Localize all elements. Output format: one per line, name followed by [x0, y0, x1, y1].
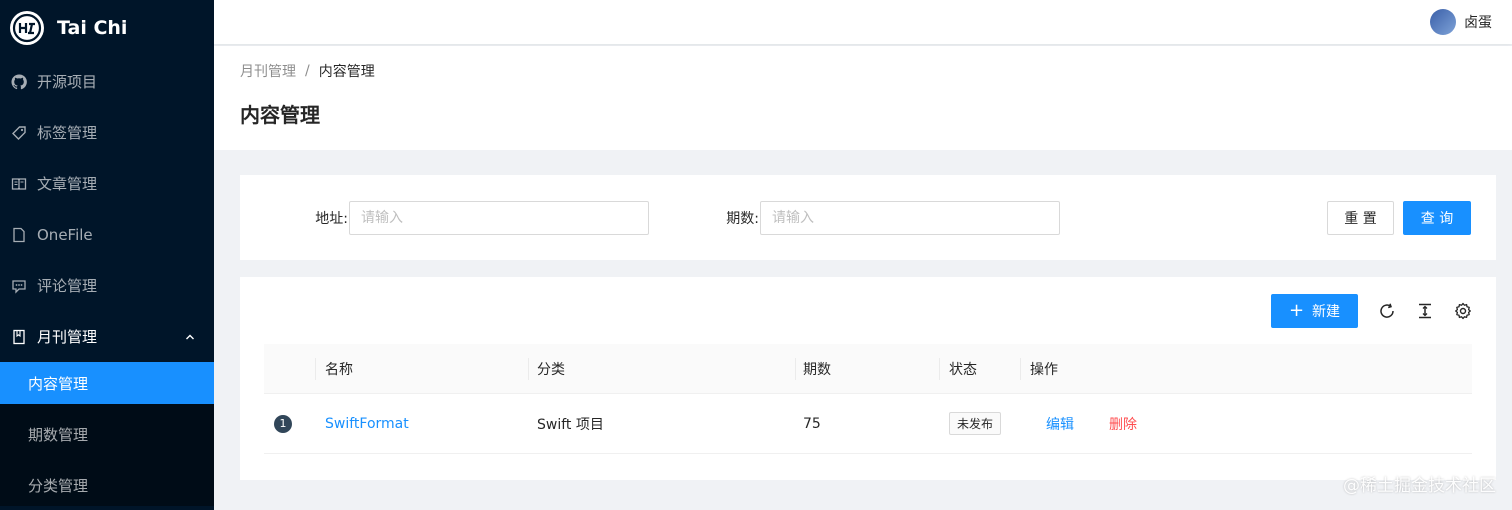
delete-link[interactable]: 删除 [1109, 394, 1137, 453]
sidebar-item-label: 标签管理 [37, 124, 98, 142]
issue-input[interactable] [760, 201, 1060, 235]
row-issue: 75 [803, 415, 821, 432]
book-icon [13, 329, 25, 344]
sidebar-item-articles[interactable]: 文章管理 [0, 158, 214, 209]
sidebar-subitem-categories[interactable]: 分类管理 [0, 464, 214, 506]
row-status: 未发布 [949, 394, 1002, 453]
sidebar-item-label: 月刊管理 [37, 328, 98, 346]
breadcrumb: 月刊管理 / 内容管理 [240, 60, 1486, 82]
sidebar-item-open-source[interactable]: 开源项目 [0, 56, 214, 107]
query-button[interactable]: 查 询 [1403, 201, 1471, 235]
new-button[interactable]: + 新建 [1271, 294, 1358, 328]
page-header: 月刊管理 / 内容管理 内容管理 [214, 46, 1512, 150]
reset-button[interactable]: 重 置 [1327, 201, 1394, 235]
column-header-issue[interactable]: 期数 [803, 344, 831, 393]
new-button-label: 新建 [1312, 304, 1341, 320]
username[interactable]: 卤蛋 [1464, 12, 1492, 32]
monthly-submenu: 内容管理 期数管理 分类管理 [0, 362, 214, 506]
breadcrumb-parent[interactable]: 月刊管理 [240, 61, 296, 81]
page-title: 内容管理 [240, 103, 320, 127]
github-icon [11, 73, 27, 89]
row-category: Swift 项目 [537, 416, 604, 433]
sidebar-item-label: 开源项目 [37, 73, 98, 91]
plus-icon: + [1288, 300, 1305, 321]
chevron-up-icon[interactable] [184, 331, 196, 343]
comment-icon [12, 279, 26, 294]
sidebar-item-comments[interactable]: 评论管理 [0, 260, 214, 311]
table-card: + 新建 名称 分类 期数 状态 操作 1 SwiftFormat Swift … [240, 277, 1496, 480]
search-form: 地址: 期数: 重 置 查 询 [240, 175, 1496, 260]
taichi-logo-icon [10, 11, 44, 45]
issue-label: 期数: [726, 211, 759, 227]
table-row: 1 SwiftFormat Swift 项目 75 未发布 编辑 删除 [264, 394, 1472, 454]
sidebar-item-label: 文章管理 [37, 175, 98, 193]
content-table: 名称 分类 期数 状态 操作 1 SwiftFormat Swift 项目 75… [264, 344, 1472, 454]
address-label: 地址: [315, 211, 348, 227]
column-header-status[interactable]: 状态 [949, 344, 977, 393]
top-header: 卤蛋 [214, 0, 1512, 44]
sidebar-item-label: 评论管理 [37, 277, 98, 295]
sidebar-item-label: OneFile [37, 225, 93, 244]
sidebar-subitem-issues[interactable]: 期数管理 [0, 413, 214, 455]
issue-field: 期数: [715, 201, 1060, 235]
file-icon [13, 227, 25, 242]
sidebar-item-monthly[interactable]: 月刊管理 [0, 311, 214, 362]
table-toolbar: + 新建 [1271, 294, 1472, 328]
address-input[interactable] [349, 201, 649, 235]
column-height-icon[interactable] [1416, 302, 1434, 320]
tag-icon [12, 125, 26, 140]
breadcrumb-separator: / [305, 63, 310, 79]
breadcrumb-current: 内容管理 [318, 64, 375, 80]
index-badge: 1 [274, 414, 292, 433]
reload-icon[interactable] [1378, 302, 1396, 320]
column-header-actions: 操作 [1030, 361, 1058, 378]
status-badge: 未发布 [949, 412, 1002, 435]
watermark: @稀土掘金技术社区 [1343, 476, 1496, 496]
app-title: Tai Chi [57, 17, 128, 39]
sidebar: Tai Chi 开源项目 标签管理 文章管理 OneFile 评论管理 月刊管理… [0, 0, 214, 510]
column-header-category[interactable]: 分类 [537, 344, 565, 393]
column-header-name[interactable]: 名称 [325, 344, 353, 393]
logo[interactable]: Tai Chi [0, 0, 214, 56]
address-field: 地址: [304, 201, 649, 235]
settings-icon[interactable] [1454, 302, 1472, 320]
sidebar-item-onefile[interactable]: OneFile [0, 209, 214, 260]
row-name-link[interactable]: SwiftFormat [325, 394, 409, 453]
table-header: 名称 分类 期数 状态 操作 [264, 344, 1472, 394]
avatar[interactable] [1430, 9, 1456, 35]
row-index: 1 [274, 394, 292, 453]
sidebar-item-tags[interactable]: 标签管理 [0, 107, 214, 158]
edit-link[interactable]: 编辑 [1046, 394, 1074, 453]
sidebar-subitem-content[interactable]: 内容管理 [0, 362, 214, 404]
read-icon [11, 177, 27, 190]
